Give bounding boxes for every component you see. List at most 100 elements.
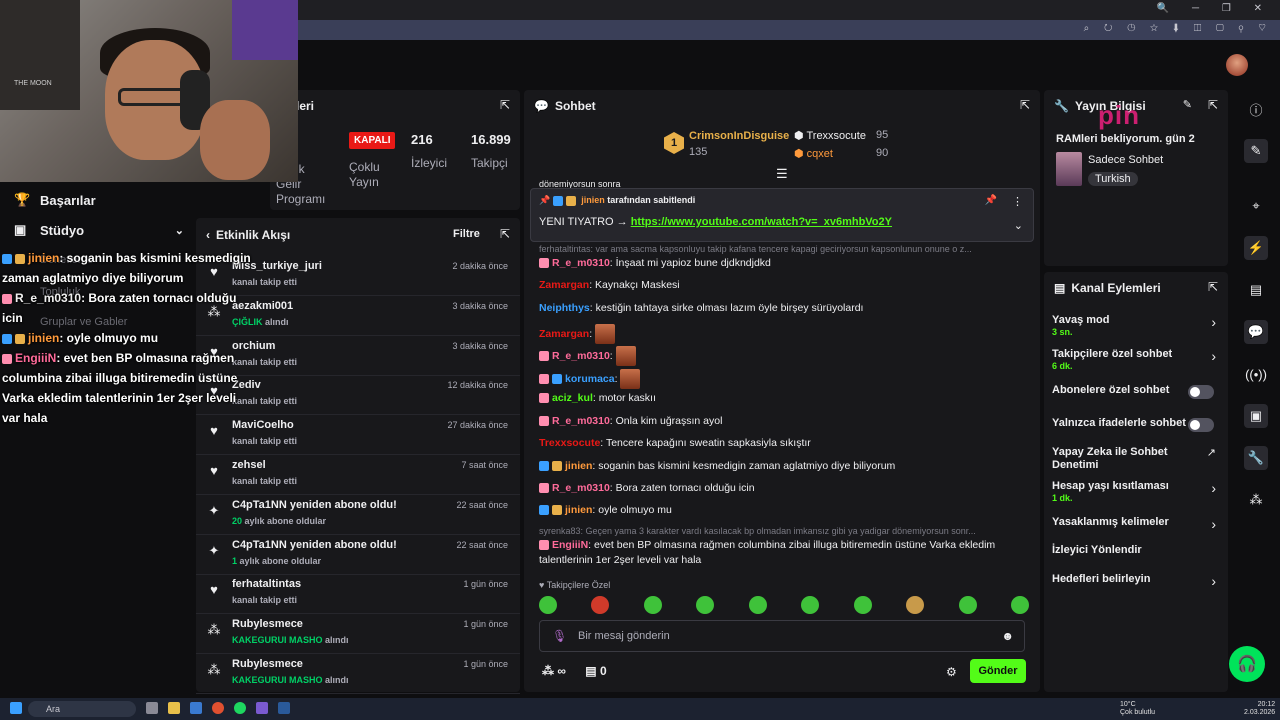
browser-icon[interactable] [212,702,224,714]
popout-icon[interactable]: ⇱ [500,227,510,241]
connection-icon[interactable]: ⁂ [1244,488,1268,512]
user-avatar[interactable] [1226,54,1248,76]
leader-name[interactable]: ⬢ cqxet [794,147,833,160]
toggle-switch[interactable] [1188,418,1214,432]
clock[interactable]: 20:12 2.03.2026 [1244,701,1275,717]
chevron-right-icon: › [1211,516,1216,532]
sidebar-item-studio[interactable]: ▣ Stüdyo ⌄ [14,220,184,240]
channel-action-row[interactable]: Yasaklanmış kelimeler › [1052,516,1220,532]
edit-pencil-icon[interactable]: ✎ [1183,98,1192,111]
filter-button[interactable]: Filtre [453,228,480,240]
popout-icon[interactable]: ⇱ [500,98,510,112]
windows-start-icon[interactable] [10,702,22,714]
emote-icon[interactable] [853,596,872,614]
settings-gear-icon[interactable]: ⚙ [946,665,957,679]
emote-icon[interactable] [643,596,662,614]
edit-icon[interactable]: ✎ [1244,139,1268,163]
multi-stream-label[interactable]: Çoklu Yayın [349,160,380,190]
activity-item[interactable]: ♥ ferhataltintas kanalı takip etti 1 gün ön… [196,574,520,615]
category-name[interactable]: Sadece Sohbet [1088,154,1163,166]
broadcast-icon[interactable]: ((•)) [1244,362,1268,386]
emote-icon[interactable] [801,596,820,614]
popout-icon[interactable]: ⇱ [1208,280,1218,294]
chat-username[interactable]: aciz_kul [552,392,593,404]
pinned-link[interactable]: https://www.youtube.com/watch?v=_xv6mhbV… [631,216,892,228]
emote-icon[interactable] [1010,596,1029,614]
pinned-header: 📌 jinien tarafından sabitlendi [539,195,696,206]
channel-action-row[interactable]: Abonelere özel sohbet [1052,384,1220,399]
activity-item[interactable]: ⁂ Rubylesmece KAKEGURUI MASHO alındı 1 gün … [196,654,520,694]
channel-action-row[interactable]: Takipçilere özel sohbet 6 dk. › [1052,348,1220,371]
viewer-label: İzleyici [411,156,448,170]
chat-username[interactable]: korumaca [565,373,615,385]
app-icon[interactable] [190,702,202,714]
chat-username[interactable]: jinien [565,504,592,516]
activity-item[interactable]: ♥ zehsel kanalı takip etti 7 saat önce [196,455,520,495]
chat-username[interactable]: Zamargan [539,328,589,340]
channel-action-row[interactable]: İzleyici Yönlendir [1052,544,1220,557]
channel-action-row[interactable]: Yavaş mod 3 sn. › [1052,314,1220,337]
taskbar-search[interactable]: Ara [28,701,136,717]
emote-icon[interactable] [696,596,715,614]
info-icon[interactable]: ⓘ [1244,97,1268,121]
sidebar-item-achievements[interactable]: 🏆 Başarılar [14,190,96,210]
send-button[interactable]: Gönder [970,659,1026,683]
chat-input[interactable]: 🎙 Bir mesaj gönderin ☻ [539,620,1025,652]
chat-text: : [589,327,593,340]
emote-icon[interactable] [958,596,977,614]
emoji-icon[interactable]: ☻ [1001,629,1014,643]
channel-action-row[interactable]: Hesap yaşı kısıtlaması 1 dk. › [1052,480,1220,503]
chat-username[interactable]: R_e_m0310 [552,415,610,427]
actions-icon: ▤ [1054,281,1066,295]
activity-item[interactable]: ✦ C4pTa1NN yeniden abone oldu! 1 aylık abo… [196,535,520,575]
chat-username[interactable]: R_e_m0310 [552,350,610,362]
chat-message: jinien: oyle olmuyo mu [539,503,1029,518]
overlay-chat-line: EngiiiN: evet ben BP olmasına rağmen col… [2,351,238,425]
microphone-icon[interactable]: 🎙 [552,629,567,643]
chat-bubble-icon[interactable]: 💬 [1244,320,1268,344]
channel-action-label: Yasaklanmış kelimeler [1052,516,1169,528]
emote-icon[interactable] [906,596,925,614]
channel-action-row[interactable]: Yalnızca ifadelerle sohbet [1052,417,1220,432]
emote-icon[interactable] [591,596,610,614]
focus-icon[interactable]: ⌖ [1244,194,1268,218]
popout-icon[interactable]: ⇱ [1020,98,1030,112]
spotify-icon[interactable] [234,702,246,714]
chevron-left-icon[interactable]: ‹ [206,228,210,242]
chat-username[interactable]: jinien [565,460,592,472]
studio-icon: ▣ [14,222,27,237]
chat-username[interactable]: R_e_m0310 [552,482,610,494]
discord-icon[interactable] [256,702,268,714]
browser-extension-icons[interactable]: ⌕ ↻ ◷ ☆ ⬇ ◫ ▢ ⚲ ♡ [1084,23,1272,34]
leader-name[interactable]: ⬢ Trexxsocute [794,129,866,142]
emote-icon[interactable] [748,596,767,614]
wrench-icon[interactable]: 🔧 [1244,446,1268,470]
chat-username[interactable]: Neiphthys [539,302,590,314]
task-view-icon[interactable] [146,702,158,714]
file-explorer-icon[interactable] [168,702,180,714]
lightning-icon[interactable]: ⚡ [1244,236,1268,260]
chevron-down-icon[interactable]: ⌄ [1014,219,1023,232]
notes-icon[interactable]: ▤ [1244,278,1268,302]
activity-item[interactable]: ⁂ Rubylesmece KAKEGURUI MASHO alındı 1 gün … [196,614,520,655]
chat-username[interactable]: R_e_m0310 [552,257,610,269]
more-options-icon[interactable]: ⋮ [1012,195,1023,208]
headset-help-icon[interactable]: 🎧 [1229,646,1265,682]
toggle-switch[interactable] [1188,385,1214,399]
unpin-icon[interactable]: 📌 [985,195,997,206]
points-info[interactable]: ⁂ ∞ ▤ 0 [542,664,607,678]
popout-icon[interactable]: ⇱ [1208,98,1218,112]
follower-count: 16.899 [471,132,511,147]
steam-icon[interactable] [278,702,290,714]
chat-username[interactable]: Trexxsocute [539,437,600,449]
channel-action-row[interactable]: Hedefleri belirleyin › [1052,573,1220,589]
weather-widget[interactable]: 10°C Çok bulutlu [1120,701,1155,717]
activity-name: Rubylesmece [232,618,303,631]
layout-icon[interactable]: ▣ [1244,404,1268,428]
emote-icon[interactable] [539,596,557,614]
channel-action-row[interactable]: Yapay Zeka ile Sohbet Denetimi ↗ [1052,446,1220,472]
activity-item[interactable]: ✦ C4pTa1NN yeniden abone oldu! 20 aylık ab… [196,495,520,535]
leader-name[interactable]: CrimsonInDisguise [689,130,789,142]
chat-username[interactable]: Zamargan [539,279,589,291]
window-controls[interactable]: 🔍 ─ ❐ ✕ [1157,3,1272,14]
